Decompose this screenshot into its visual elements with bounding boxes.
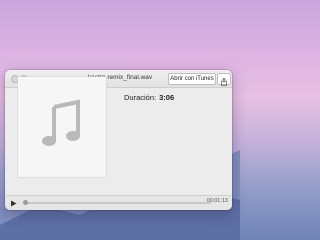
- duration-label: Duración:: [124, 93, 157, 102]
- duration-info: Duración: 3:06: [124, 93, 174, 102]
- current-time: 00:01:13: [206, 198, 228, 204]
- music-note-icon: [42, 99, 80, 146]
- share-icon: [221, 77, 227, 86]
- play-icon[interactable]: [10, 200, 18, 207]
- playback-controls: 00:01:13: [5, 195, 232, 210]
- open-with-itunes-button[interactable]: Abrir con iTunes: [168, 73, 216, 85]
- progress-slider[interactable]: [23, 200, 211, 205]
- duration-value: 3:06: [159, 93, 175, 102]
- album-artwork: [18, 77, 106, 177]
- progress-knob[interactable]: [23, 200, 28, 205]
- share-button[interactable]: [217, 73, 231, 86]
